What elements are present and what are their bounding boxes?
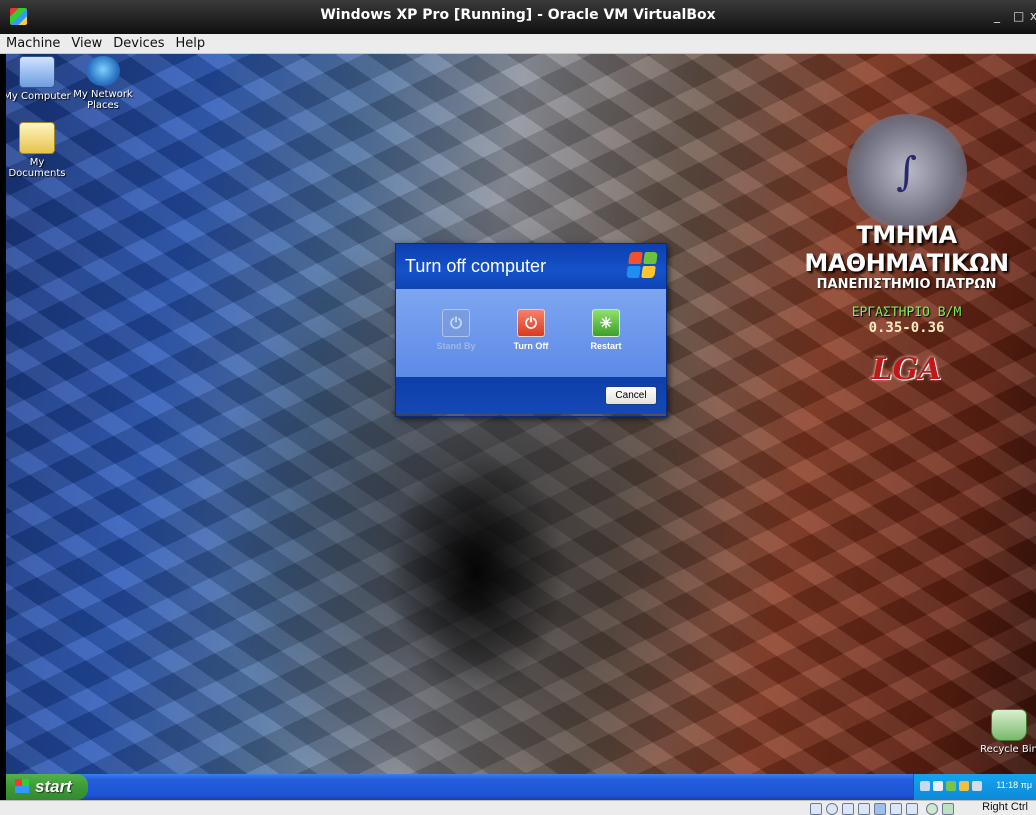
university-name: ΠΑΝΕΠΙΣΤΗΜΙΟ ΠΑΤΡΩΝ xyxy=(816,277,997,292)
update-tray-icon[interactable] xyxy=(959,781,969,791)
department-name: ΤΜΗΜΑ ΜΑΘΗΜΑΤΙΚΩΝ xyxy=(804,221,1009,277)
lga-logo: LGA xyxy=(871,352,942,387)
tray-clock[interactable]: 11:18 πμ xyxy=(996,780,1032,790)
stand-by-label: Stand By xyxy=(436,341,476,351)
power-standby-icon: ⏻ xyxy=(442,309,470,337)
network-places-icon xyxy=(86,56,120,86)
display-status-icon[interactable] xyxy=(890,803,902,815)
maximize-button[interactable]: □ xyxy=(1013,9,1024,23)
dialog-body: ⏻ Stand By ⏻ Turn Off ✳ Restart xyxy=(396,289,666,377)
keyboard-capture-icon[interactable] xyxy=(942,803,954,815)
start-label: start xyxy=(35,777,72,796)
vbox-titlebar: Windows XP Pro [Running] - Oracle VM Vir… xyxy=(0,0,1036,34)
desktop-icon-recycle-bin[interactable]: Recycle Bin xyxy=(974,709,1036,755)
network-tray-icon[interactable] xyxy=(920,781,930,791)
volume-tray-icon[interactable] xyxy=(972,781,982,791)
vbox-menubar: Machine View Devices Help xyxy=(0,34,1036,54)
wallpaper-logo: ∫ ΤΜΗΜΑ ΜΑΘΗΜΑΤΙΚΩΝ ΠΑΝΕΠΙΣΤΗΜΙΟ ΠΑΤΡΩΝ … xyxy=(784,114,1029,387)
turn-off-dialog: Turn off computer ⏻ Stand By ⏻ Turn Off … xyxy=(395,243,667,417)
mouse-integration-icon[interactable] xyxy=(926,803,938,815)
start-button[interactable]: start xyxy=(6,774,88,800)
windows-flag-icon xyxy=(626,252,658,278)
menu-help[interactable]: Help xyxy=(170,34,211,52)
hard-disk-status-icon[interactable] xyxy=(810,803,822,815)
desktop-icon-my-computer[interactable]: My Computer xyxy=(6,56,72,102)
turn-off-button[interactable]: ⏻ Turn Off xyxy=(501,309,561,351)
dialog-titlebar: Turn off computer xyxy=(396,244,666,289)
desktop-icon-label: My Network Places xyxy=(73,89,133,111)
menu-devices[interactable]: Devices xyxy=(107,34,169,52)
cancel-button[interactable]: Cancel xyxy=(605,386,657,405)
desktop-icon-network-places[interactable]: My Network Places xyxy=(68,56,138,111)
stand-by-button: ⏻ Stand By xyxy=(426,309,486,351)
restart-icon: ✳ xyxy=(592,309,620,337)
desktop-icon-label: My Computer xyxy=(6,91,71,102)
desktop-icon-label: My Documents xyxy=(8,157,66,179)
lab-name: ΕΡΓΑΣΤΗΡΙΟ Β/Μ xyxy=(851,305,962,320)
my-documents-icon xyxy=(19,122,55,154)
recording-status-icon[interactable] xyxy=(906,803,918,815)
desktop-icon-my-documents[interactable]: My Documents xyxy=(6,122,72,179)
menu-view[interactable]: View xyxy=(65,34,107,52)
vbox-statusbar: Right Ctrl xyxy=(0,800,1036,815)
university-seal-icon: ∫ xyxy=(846,114,967,229)
host-key-label: Right Ctrl xyxy=(982,801,1028,813)
network-status-icon[interactable] xyxy=(874,803,886,815)
menu-machine[interactable]: Machine xyxy=(0,34,65,52)
optical-drive-status-icon[interactable] xyxy=(826,803,838,815)
security-tray-icon[interactable] xyxy=(946,781,956,791)
minimize-button[interactable]: _ xyxy=(994,9,1000,23)
window-title: Windows XP Pro [Running] - Oracle VM Vir… xyxy=(320,7,716,23)
my-computer-icon xyxy=(19,56,55,88)
restart-label: Restart xyxy=(590,341,622,351)
dialog-footer: Cancel xyxy=(396,377,666,414)
desktop-icon-label: Recycle Bin xyxy=(980,744,1036,755)
turn-off-label: Turn Off xyxy=(513,341,549,351)
recycle-bin-icon xyxy=(991,709,1027,741)
guest-desktop[interactable]: My Computer My Network Places My Documen… xyxy=(6,54,1036,800)
windows-logo-icon xyxy=(15,779,29,793)
close-button[interactable]: x xyxy=(1030,9,1036,23)
display-tray-icon[interactable] xyxy=(933,781,943,791)
shared-folders-status-icon[interactable] xyxy=(858,803,870,815)
dialog-title: Turn off computer xyxy=(405,256,547,276)
usb-status-icon[interactable] xyxy=(842,803,854,815)
power-off-icon: ⏻ xyxy=(517,309,545,337)
taskbar: start 11:18 πμ xyxy=(6,774,1036,800)
restart-button[interactable]: ✳ Restart xyxy=(576,309,636,351)
system-tray: 11:18 πμ xyxy=(913,774,1036,800)
lab-rooms: 0.35-0.36 xyxy=(868,320,945,336)
